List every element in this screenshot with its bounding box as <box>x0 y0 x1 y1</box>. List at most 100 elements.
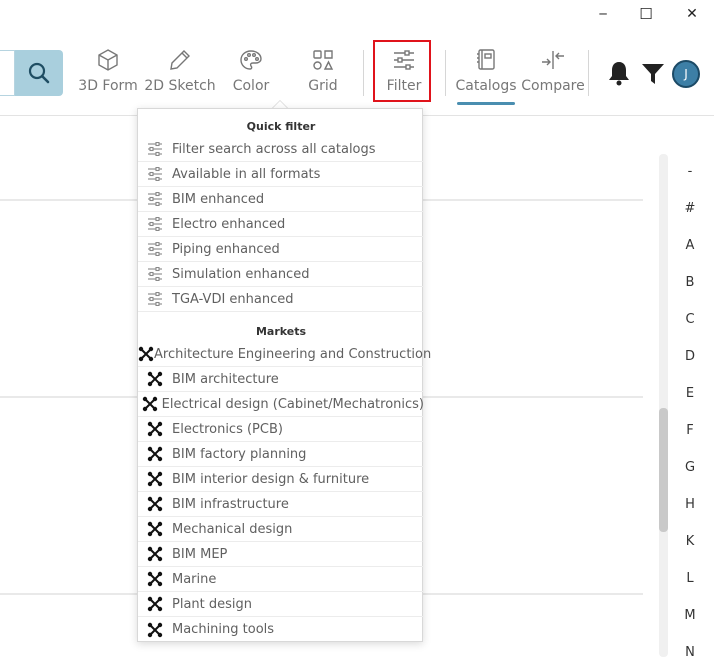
search-button[interactable] <box>15 50 63 96</box>
catalog-book-icon <box>477 49 495 70</box>
maximize-button[interactable]: ☐ <box>634 4 658 24</box>
network-nodes-icon <box>147 371 163 387</box>
filter-dropdown: Quick filter Filter search across all ca… <box>137 108 431 642</box>
cube-icon <box>98 49 118 71</box>
compare-arrows-icon <box>542 51 564 69</box>
market-item-label: Architecture Engineering and Constructio… <box>154 346 432 362</box>
alphabet-index-item[interactable]: K <box>682 534 698 549</box>
toolbar-separator <box>363 50 364 96</box>
filter-highlight-box <box>373 40 431 102</box>
tab-catalogs[interactable]: Catalogs <box>455 48 517 100</box>
alphabet-index-item[interactable]: M <box>682 608 698 623</box>
alphabet-index-item[interactable]: E <box>682 386 698 401</box>
maximize-icon: ☐ <box>639 5 653 23</box>
scrollbar-thumb[interactable] <box>659 408 668 532</box>
sliders-icon <box>148 217 162 231</box>
quick-filter-heading: Quick filter <box>246 120 316 133</box>
market-item[interactable]: Architecture Engineering and Constructio… <box>138 342 431 367</box>
bell-icon <box>609 62 629 86</box>
tool-color[interactable]: Color <box>228 48 274 100</box>
network-nodes-icon <box>142 396 158 412</box>
alphabet-index-item[interactable]: F <box>682 423 698 438</box>
alphabet-index-item[interactable]: H <box>682 497 698 512</box>
alphabet-index-item[interactable]: - <box>682 164 698 179</box>
market-item[interactable]: Marine <box>138 567 424 592</box>
tool-2d-sketch[interactable]: 2D Sketch <box>144 48 216 100</box>
tool-3d-form-label: 3D Form <box>78 78 138 94</box>
notifications-button[interactable] <box>607 60 631 86</box>
market-item[interactable]: BIM MEP <box>138 542 424 567</box>
tool-compare[interactable]: Compare <box>521 48 585 100</box>
quick-filter-item[interactable]: Piping enhanced <box>138 237 424 262</box>
sliders-icon <box>148 142 162 156</box>
market-item[interactable]: Electrical design (Cabinet/Mechatronics) <box>138 392 424 417</box>
quick-filter-item-label: TGA-VDI enhanced <box>172 291 294 307</box>
quick-filter-item-label: BIM enhanced <box>172 191 265 207</box>
network-nodes-icon <box>147 596 163 612</box>
market-item-label: Machining tools <box>172 622 275 637</box>
palette-icon <box>240 50 262 70</box>
alphabet-index-item[interactable]: A <box>682 238 698 253</box>
market-item[interactable]: Machining tools <box>138 617 424 642</box>
quick-filter-item[interactable]: Simulation enhanced <box>138 262 424 287</box>
market-item[interactable]: BIM infrastructure <box>138 492 424 517</box>
search-icon <box>28 62 50 84</box>
quick-filter-item-label: Piping enhanced <box>172 241 280 257</box>
sliders-icon <box>148 192 162 206</box>
tool-compare-label: Compare <box>521 78 585 94</box>
alphabet-index-item[interactable]: C <box>682 312 698 327</box>
filter-funnel-button[interactable] <box>641 62 665 86</box>
market-item-label: Mechanical design <box>172 521 293 537</box>
alphabet-index-item[interactable]: N <box>682 645 698 657</box>
close-button[interactable]: ✕ <box>680 4 704 24</box>
alphabet-index-item[interactable]: L <box>682 571 698 586</box>
funnel-icon <box>642 64 664 84</box>
quick-filter-item[interactable]: Available in all formats <box>138 162 424 187</box>
content-divider <box>0 396 137 398</box>
grid-shapes-icon <box>313 50 334 70</box>
quick-filter-item[interactable]: Filter search across all catalogs <box>138 137 424 162</box>
alphabet-index-item[interactable]: B <box>682 275 698 290</box>
alphabet-index-item[interactable]: D <box>682 349 698 364</box>
pencil-icon <box>170 50 190 70</box>
market-item[interactable]: Mechanical design <box>138 517 424 542</box>
network-nodes-icon <box>147 421 163 437</box>
market-item-label: BIM interior design & furniture <box>172 471 370 487</box>
close-icon: ✕ <box>686 6 698 22</box>
quick-filter-item[interactable]: BIM enhanced <box>138 187 424 212</box>
sliders-icon <box>148 167 162 181</box>
market-item[interactable]: BIM interior design & furniture <box>138 467 424 492</box>
tool-3d-form[interactable]: 3D Form <box>78 48 138 100</box>
network-nodes-icon <box>147 546 163 562</box>
alphabet-index-item[interactable]: # <box>682 201 698 216</box>
market-item[interactable]: BIM architecture <box>138 367 424 392</box>
network-nodes-icon <box>147 446 163 462</box>
market-item-label: BIM infrastructure <box>172 496 289 512</box>
network-nodes-icon <box>147 571 163 587</box>
tool-grid[interactable]: Grid <box>302 48 344 100</box>
toolbar-separator <box>588 50 589 96</box>
market-item[interactable]: Electronics (PCB) <box>138 417 424 442</box>
alphabet-index-item[interactable]: G <box>682 460 698 475</box>
quick-filter-item-label: Available in all formats <box>172 166 321 182</box>
search-input[interactable] <box>0 50 15 96</box>
avatar[interactable]: J <box>672 60 700 88</box>
active-tab-indicator <box>457 102 515 105</box>
content-divider <box>0 199 137 201</box>
minimize-button[interactable]: ─ <box>591 4 615 24</box>
market-item-label: Electronics (PCB) <box>172 421 283 437</box>
market-item-label: BIM architecture <box>172 371 279 387</box>
content-divider <box>423 199 643 201</box>
markets-heading: Markets <box>255 325 307 338</box>
market-item[interactable]: BIM factory planning <box>138 442 424 467</box>
quick-filter-item[interactable]: TGA-VDI enhanced <box>138 287 424 312</box>
tool-color-label: Color <box>232 78 270 94</box>
quick-filter-item[interactable]: Electro enhanced <box>138 212 424 237</box>
quick-filter-item-label: Electro enhanced <box>172 216 286 232</box>
sliders-icon <box>148 292 162 306</box>
market-item[interactable]: Plant design <box>138 592 424 617</box>
market-item-label: Plant design <box>172 596 253 612</box>
network-nodes-icon <box>147 471 163 487</box>
scrollbar-track[interactable] <box>659 154 668 657</box>
content-divider <box>423 593 643 595</box>
